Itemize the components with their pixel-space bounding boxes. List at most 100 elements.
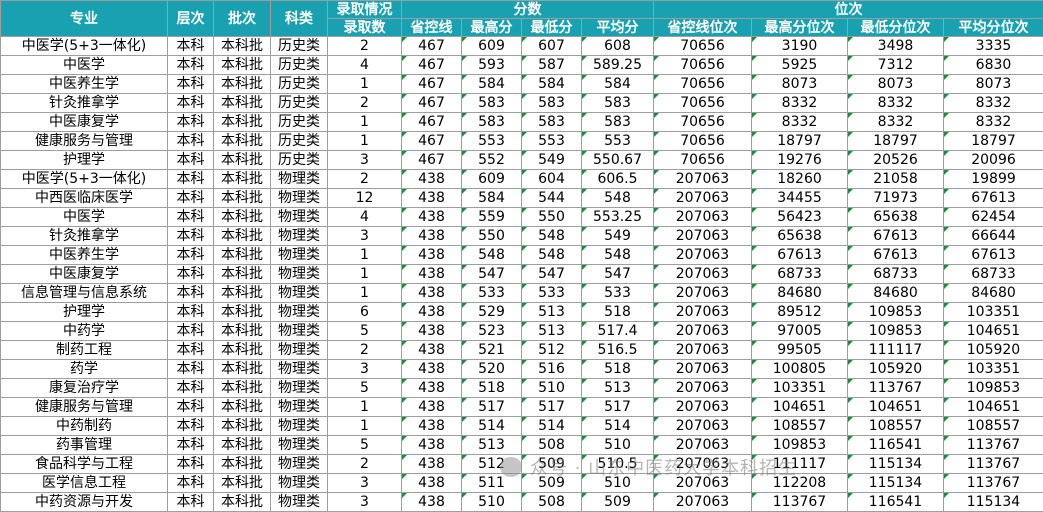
admission-table: 专业 层次 批次 科类 录取情况 分数 位次 录取数 省控线 最高分 最低分 平… [0,0,1043,512]
cell-avg-rank: 66644 [943,226,1043,246]
cell-max-rank: 67613 [751,245,848,265]
cell-avg-score: 518 [581,302,654,322]
cell-min-rank: 116541 [847,492,944,512]
cell-category: 物理类 [270,359,328,379]
cell-admit-count: 12 [327,188,402,208]
cell-max-score: 518 [461,378,522,398]
cell-min-score: 584 [521,74,582,94]
cell-max-score: 553 [461,131,522,151]
cell-category: 物理类 [270,340,328,360]
table-row: 中医学(5+3一体化) 本科 本科批 历史类 2 467 609 607 608 70656 319… [0,36,1043,56]
cell-avg-rank: 105920 [943,340,1043,360]
cell-min-rank: 115134 [847,473,944,493]
cell-max-score: 559 [461,207,522,227]
cell-avg-score: 548 [581,245,654,265]
cell-avg-score: 513 [581,378,654,398]
cell-level: 本科 [167,245,214,265]
cell-min-score: 587 [521,55,582,75]
table-row: 医学信息工程 本科 本科批 物理类 3 438 511 509 510 207063 112208 1… [0,473,1043,493]
cell-min-rank: 116541 [847,435,944,455]
cell-batch: 本科批 [213,93,271,113]
table-row: 中医康复学 本科 本科批 历史类 1 467 583 583 583 70656 8332 8332 8… [0,112,1043,132]
cell-control-rank: 207063 [653,207,752,227]
cell-admit-count: 3 [327,359,402,379]
cell-category: 物理类 [270,207,328,227]
cell-min-score: 583 [521,93,582,113]
cell-min-rank: 109853 [847,302,944,322]
cell-control-score: 438 [401,207,462,227]
cell-control-score: 438 [401,378,462,398]
cell-category: 物理类 [270,416,328,436]
cell-category: 物理类 [270,302,328,322]
header-category: 科类 [270,0,328,37]
cell-control-score: 438 [401,416,462,436]
cell-min-score: 508 [521,435,582,455]
cell-admit-count: 1 [327,264,402,284]
cell-category: 物理类 [270,435,328,455]
cell-min-rank: 109853 [847,321,944,341]
cell-admit-count: 5 [327,321,402,341]
cell-min-rank: 115134 [847,454,944,474]
cell-level: 本科 [167,454,214,474]
cell-control-rank: 207063 [653,340,752,360]
cell-avg-score: 509 [581,492,654,512]
table-body: 中医学(5+3一体化) 本科 本科批 历史类 2 467 609 607 608 70656 319… [0,36,1043,512]
cell-avg-score: 589.25 [581,55,654,75]
cell-control-score: 438 [401,397,462,417]
cell-avg-score: 583 [581,93,654,113]
cell-avg-rank: 113767 [943,454,1043,474]
cell-level: 本科 [167,188,214,208]
cell-admit-count: 2 [327,93,402,113]
cell-avg-score: 553.25 [581,207,654,227]
cell-level: 本科 [167,302,214,322]
cell-batch: 本科批 [213,492,271,512]
cell-category: 物理类 [270,454,328,474]
cell-level: 本科 [167,207,214,227]
header-scores: 分数 [401,0,654,19]
cell-max-rank: 18797 [751,131,848,151]
cell-batch: 本科批 [213,416,271,436]
cell-max-score: 529 [461,302,522,322]
header-score-col: 最高分 [461,18,522,37]
header-rank-col: 省控线位次 [653,18,752,37]
cell-min-score: 533 [521,283,582,303]
cell-batch: 本科批 [213,131,271,151]
cell-max-rank: 112208 [751,473,848,493]
cell-max-score: 609 [461,36,522,56]
cell-max-score: 514 [461,416,522,436]
cell-admit-count: 4 [327,55,402,75]
cell-avg-score: 510.5 [581,454,654,474]
table-row: 食品科学与工程 本科 本科批 物理类 2 438 512 509 510.5 207063 1111… [0,454,1043,474]
cell-avg-score: 510 [581,435,654,455]
cell-min-rank: 105920 [847,359,944,379]
cell-min-score: 517 [521,397,582,417]
cell-min-rank: 111117 [847,340,944,360]
cell-max-rank: 68733 [751,264,848,284]
cell-max-rank: 109853 [751,435,848,455]
cell-admit-count: 1 [327,74,402,94]
header-rank-col: 最低分位次 [847,18,944,37]
cell-category: 历史类 [270,55,328,75]
cell-max-score: 511 [461,473,522,493]
cell-admit-count: 6 [327,302,402,322]
cell-min-score: 510 [521,378,582,398]
cell-category: 历史类 [270,112,328,132]
cell-level: 本科 [167,435,214,455]
cell-control-rank: 70656 [653,36,752,56]
cell-control-score: 438 [401,435,462,455]
cell-max-rank: 108557 [751,416,848,436]
header-rank-col: 最高分位次 [751,18,848,37]
cell-level: 本科 [167,378,214,398]
table-row: 针灸推拿学 本科 本科批 物理类 3 438 550 548 549 207063 65638 676… [0,226,1043,246]
cell-avg-score: 514 [581,416,654,436]
cell-batch: 本科批 [213,378,271,398]
cell-category: 历史类 [270,93,328,113]
cell-control-score: 467 [401,55,462,75]
cell-control-score: 438 [401,454,462,474]
cell-admit-count: 2 [327,454,402,474]
cell-level: 本科 [167,397,214,417]
cell-avg-rank: 68733 [943,264,1043,284]
cell-max-score: 523 [461,321,522,341]
cell-min-rank: 108557 [847,416,944,436]
table-row: 中医养生学 本科 本科批 物理类 1 438 548 548 548 207063 67613 676… [0,245,1043,265]
